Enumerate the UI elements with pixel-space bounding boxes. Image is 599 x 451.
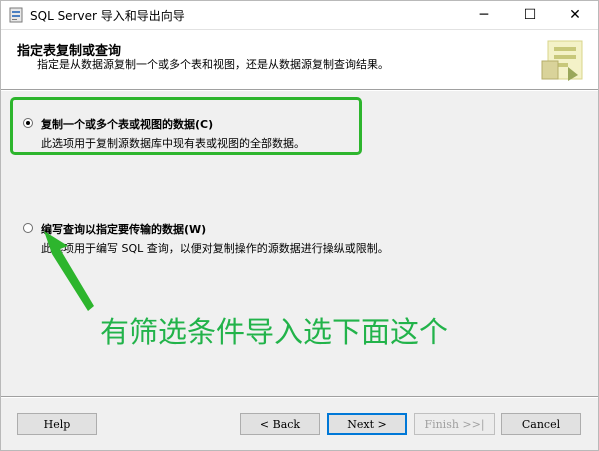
minimize-button[interactable]: ─ — [461, 1, 507, 29]
annotation-arrow-icon — [44, 231, 94, 311]
radio-write-query[interactable] — [23, 223, 33, 233]
header-divider — [1, 89, 598, 91]
wizard-window: SQL Server 导入和导出向导 ─ ☐ ✕ 指定表复制或查询 指定是从数据… — [0, 0, 599, 451]
wizard-header-graphic-icon — [541, 40, 583, 81]
annotation-text: 有筛选条件导入选下面这个 — [100, 315, 449, 349]
close-icon: ✕ — [569, 7, 581, 23]
finish-button: Finish >>| — [414, 413, 495, 435]
window-title: SQL Server 导入和导出向导 — [30, 9, 185, 23]
app-icon — [9, 7, 23, 23]
maximize-icon: ☐ — [523, 7, 537, 23]
cancel-button[interactable]: Cancel — [501, 413, 581, 435]
next-button[interactable]: Next > — [327, 413, 407, 435]
page-subtitle: 指定是从数据源复制一个或多个表和视图，还是从数据源复制查询结果。 — [37, 58, 389, 71]
close-button[interactable]: ✕ — [552, 1, 598, 29]
help-button[interactable]: Help — [17, 413, 97, 435]
minimize-icon: ─ — [479, 7, 489, 23]
back-button[interactable]: < Back — [240, 413, 320, 435]
wizard-header: 指定表复制或查询 指定是从数据源复制一个或多个表和视图，还是从数据源复制查询结果… — [1, 29, 598, 90]
title-bar[interactable]: SQL Server 导入和导出向导 ─ ☐ ✕ — [1, 1, 598, 29]
highlight-box — [10, 97, 362, 155]
footer-divider — [1, 396, 598, 398]
maximize-button[interactable]: ☐ — [507, 1, 553, 29]
